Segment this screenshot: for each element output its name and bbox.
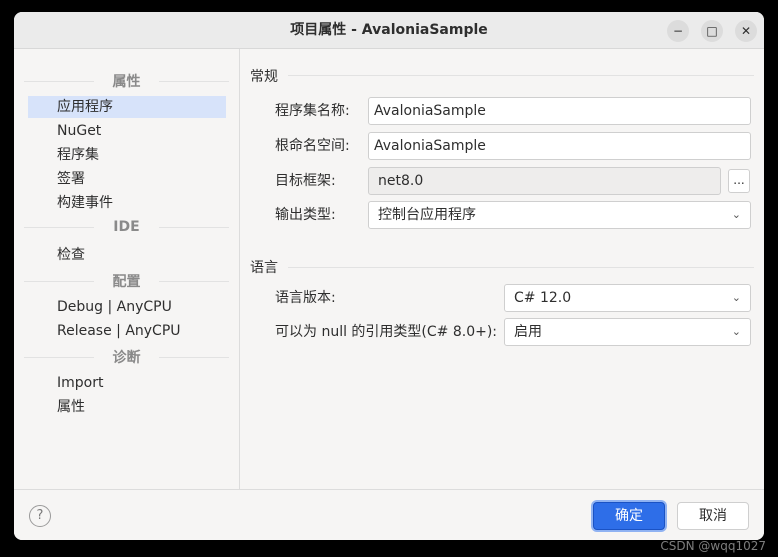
section-language-divider [288, 267, 754, 268]
window-title: 项目属性 - AvaloniaSample [290, 22, 488, 38]
nullable-select[interactable]: 启用 ⌄ [504, 318, 751, 346]
dialog-footer: ? 确定 取消 [14, 489, 764, 540]
target-framework-label: 目标框架: [275, 173, 336, 189]
sidebar-item-debug-anycpu[interactable]: Debug | AnyCPU [28, 296, 226, 318]
help-icon[interactable]: ? [29, 505, 51, 527]
ok-button[interactable]: 确定 [593, 502, 665, 530]
assembly-name-input[interactable] [368, 97, 751, 125]
root-namespace-label: 根命名空间: [275, 138, 350, 154]
output-type-value: 控制台应用程序 [378, 207, 476, 223]
sidebar-item-nuget[interactable]: NuGet [28, 120, 226, 142]
sidebar: 属性 应用程序 NuGet 程序集 签署 构建事件 IDE 检查 配置 Debu… [14, 49, 240, 489]
content-panel: 常规 程序集名称: 根命名空间: 目标框架: net8.0 ... 输出类型: … [240, 49, 764, 489]
sidebar-item-build-events[interactable]: 构建事件 [28, 192, 226, 214]
root-namespace-input[interactable] [368, 132, 751, 160]
cancel-button[interactable]: 取消 [677, 502, 749, 530]
nullable-label: 可以为 null 的引用类型(C# 8.0+): [275, 324, 498, 340]
section-general-title: 常规 [250, 69, 278, 85]
chevron-down-icon: ⌄ [731, 291, 741, 304]
sidebar-header-properties: 属性 [14, 71, 239, 91]
title-bar: 项目属性 - AvaloniaSample − □ ✕ [14, 12, 764, 49]
sidebar-header-diagnostics: 诊断 [14, 347, 239, 367]
sidebar-item-assembly[interactable]: 程序集 [28, 144, 226, 166]
maximize-button[interactable]: □ [701, 20, 723, 42]
language-version-select[interactable]: C# 12.0 ⌄ [504, 284, 751, 312]
target-framework-field: net8.0 [368, 167, 721, 195]
language-version-label: 语言版本: [275, 290, 336, 306]
output-type-select[interactable]: 控制台应用程序 ⌄ [368, 201, 751, 229]
project-properties-window: 项目属性 - AvaloniaSample − □ ✕ 属性 应用程序 NuGe… [14, 12, 764, 540]
section-language-title: 语言 [250, 260, 278, 276]
sidebar-item-application[interactable]: 应用程序 [28, 96, 226, 118]
close-button[interactable]: ✕ [735, 20, 757, 42]
sidebar-item-inspection[interactable]: 检查 [28, 244, 226, 266]
sidebar-item-import[interactable]: Import [28, 372, 226, 394]
sidebar-item-signing[interactable]: 签署 [28, 168, 226, 190]
browse-framework-button[interactable]: ... [728, 169, 750, 193]
section-general-divider [288, 75, 754, 76]
sidebar-header-configuration: 配置 [14, 271, 239, 291]
chevron-down-icon: ⌄ [731, 208, 741, 221]
assembly-name-label: 程序集名称: [275, 103, 350, 119]
sidebar-header-ide: IDE [14, 219, 239, 235]
sidebar-item-properties[interactable]: 属性 [28, 396, 226, 418]
sidebar-item-release-anycpu[interactable]: Release | AnyCPU [28, 320, 226, 342]
output-type-label: 输出类型: [275, 207, 336, 223]
language-version-value: C# 12.0 [514, 290, 572, 306]
nullable-value: 启用 [514, 324, 542, 340]
watermark: CSDN @wqq1027 [660, 539, 766, 553]
minimize-button[interactable]: − [667, 20, 689, 42]
chevron-down-icon: ⌄ [731, 325, 741, 338]
